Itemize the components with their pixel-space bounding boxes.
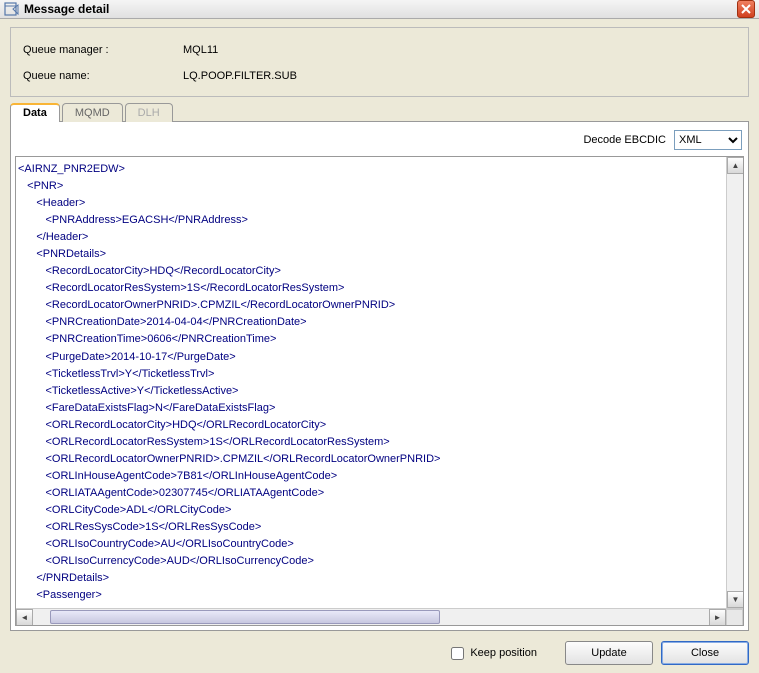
xml-viewer: <AIRNZ_PNR2EDW> <PNR> <Header> <PNRAddre… <box>15 156 744 626</box>
keep-position-input[interactable] <box>451 647 464 660</box>
keep-position-label: Keep position <box>470 647 537 659</box>
update-button[interactable]: Update <box>565 641 653 665</box>
scroll-corner <box>726 609 743 626</box>
message-detail-window: Message detail Queue manager : MQL11 Que… <box>0 0 759 644</box>
scroll-left-button[interactable]: ◄ <box>16 609 33 626</box>
queue-manager-row: Queue manager : MQL11 <box>23 44 736 56</box>
content-area: Queue manager : MQL11 Queue name: LQ.POO… <box>0 19 759 635</box>
hscroll-track[interactable] <box>33 609 743 625</box>
window-icon <box>4 1 20 17</box>
tab-dlh: DLH <box>125 103 173 122</box>
queue-name-row: Queue name: LQ.POOP.FILTER.SUB <box>23 70 736 82</box>
keep-position-checkbox[interactable]: Keep position <box>451 647 537 660</box>
tabs: Data MQMD DLH <box>10 103 749 122</box>
close-button[interactable]: Close <box>661 641 749 665</box>
scroll-right-button[interactable]: ► <box>709 609 726 626</box>
footer: Keep position Update Close <box>0 635 759 673</box>
hscroll-thumb[interactable] <box>50 610 440 624</box>
horizontal-scrollbar[interactable]: ◄ ► <box>16 608 743 625</box>
queue-name-label: Queue name: <box>23 70 183 82</box>
xml-content[interactable]: <AIRNZ_PNR2EDW> <PNR> <Header> <PNRAddre… <box>16 157 743 608</box>
queue-manager-value: MQL11 <box>183 44 218 56</box>
window-title: Message detail <box>24 2 737 16</box>
queue-manager-label: Queue manager : <box>23 44 183 56</box>
format-select[interactable]: XML <box>674 130 742 150</box>
tab-mqmd[interactable]: MQMD <box>62 103 123 122</box>
info-panel: Queue manager : MQL11 Queue name: LQ.POO… <box>10 27 749 97</box>
scroll-up-button[interactable]: ▲ <box>727 157 744 174</box>
tab-data[interactable]: Data <box>10 103 60 122</box>
close-icon[interactable] <box>737 0 755 18</box>
titlebar: Message detail <box>0 0 759 19</box>
queue-name-value: LQ.POOP.FILTER.SUB <box>183 70 297 82</box>
scroll-down-button[interactable]: ▼ <box>727 591 744 608</box>
vertical-scrollbar[interactable]: ▲ ▼ <box>726 157 743 608</box>
decode-ebcdic-label[interactable]: Decode EBCDIC <box>583 134 666 146</box>
tab-panel-data: Decode EBCDIC XML <AIRNZ_PNR2EDW> <PNR> … <box>10 121 749 631</box>
decode-row: Decode EBCDIC XML <box>15 126 744 156</box>
